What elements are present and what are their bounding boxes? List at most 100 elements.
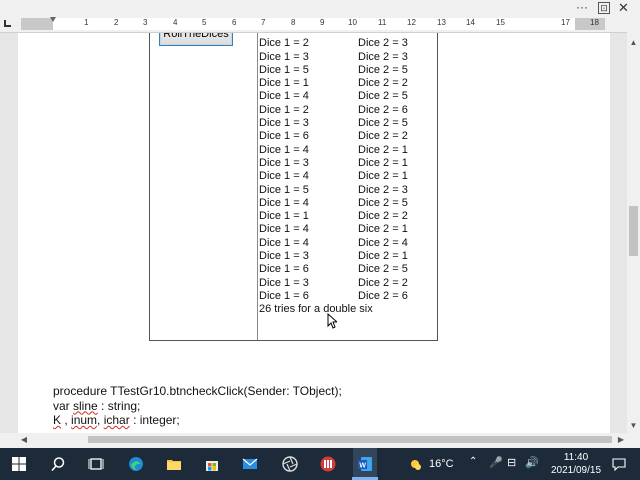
- dice-1-value: Dice 1 = 4: [259, 236, 309, 249]
- vertical-scroll-thumb[interactable]: [629, 206, 638, 256]
- dice-1-value: Dice 1 = 3: [259, 117, 309, 130]
- code-token: ,: [61, 413, 72, 427]
- dice-2-value: Dice 2 = 1: [358, 223, 408, 236]
- dice-row: Dice 1 = 2 Dice 2 = 3: [259, 37, 437, 50]
- vertical-scrollbar[interactable]: ▲ ▼: [627, 33, 640, 433]
- clock[interactable]: 11:40 2021/09/15: [548, 451, 604, 477]
- scroll-right-icon[interactable]: ▶: [615, 433, 627, 446]
- dice-2-value: Dice 2 = 3: [358, 37, 408, 50]
- ruler-number: 10: [348, 18, 357, 27]
- dice-2-value: Dice 2 = 2: [358, 130, 408, 143]
- ruler-number: 12: [407, 18, 416, 27]
- spelling-error: inum: [71, 413, 98, 427]
- dice-row: Dice 1 = 5 Dice 2 = 5: [259, 64, 437, 77]
- dice-row: Dice 1 = 5 Dice 2 = 3: [259, 184, 437, 197]
- ruler-number: 6: [232, 18, 237, 27]
- dice-1-value: Dice 1 = 2: [259, 37, 309, 50]
- close-icon[interactable]: ✕: [618, 0, 629, 16]
- dice-2-value: Dice 2 = 5: [358, 117, 408, 130]
- dice-2-value: Dice 2 = 5: [358, 263, 408, 276]
- more-options-icon[interactable]: ···: [576, 0, 588, 14]
- dice-1-value: Dice 1 = 5: [259, 63, 309, 76]
- dice-row: Dice 1 = 1 Dice 2 = 2: [259, 210, 437, 223]
- ruler-left-margin: [21, 18, 53, 30]
- dice-1-value: Dice 1 = 4: [259, 90, 309, 103]
- dice-1-value: Dice 1 = 2: [259, 103, 309, 116]
- windows-logo-icon: [12, 457, 26, 471]
- dice-1-value: Dice 1 = 6: [259, 263, 309, 276]
- task-view-button[interactable]: [84, 448, 108, 480]
- dice-1-value: Dice 1 = 1: [259, 210, 309, 223]
- restore-icon[interactable]: ⊡: [598, 2, 610, 14]
- dice-1-value: Dice 1 = 6: [259, 289, 309, 302]
- dice-row: Dice 1 = 2 Dice 2 = 6: [259, 104, 437, 117]
- svg-text:W: W: [359, 462, 366, 469]
- horizontal-scroll-thumb[interactable]: [88, 436, 612, 443]
- dice-row: Dice 1 = 4 Dice 2 = 1: [259, 223, 437, 236]
- word-icon: W: [358, 457, 372, 471]
- clock-date: 2021/09/15: [550, 465, 602, 476]
- aperture-icon: [282, 456, 298, 472]
- ruler-number: 15: [496, 18, 505, 27]
- store-button[interactable]: [200, 448, 224, 480]
- dice-1-value: Dice 1 = 3: [259, 250, 309, 263]
- task-view-icon: [88, 458, 104, 470]
- ruler-track: [21, 18, 605, 30]
- dice-row: Dice 1 = 4 Dice 2 = 4: [259, 237, 437, 250]
- ruler-number: 17: [561, 18, 570, 27]
- scroll-left-icon[interactable]: ◀: [18, 433, 30, 446]
- scroll-up-icon[interactable]: ▲: [627, 37, 640, 49]
- document-page[interactable]: RollTheDices Dice 1 = 1Dice 2 = 5Dice 1 …: [18, 33, 610, 433]
- edge-button[interactable]: [124, 448, 148, 480]
- notification-icon[interactable]: [612, 457, 626, 471]
- clock-time: 11:40: [563, 452, 589, 463]
- code-text[interactable]: procedure TTestGr10.btncheckClick(Sender…: [53, 384, 342, 428]
- dice-1-value: Dice 1 = 6: [259, 130, 309, 143]
- word-button[interactable]: W: [353, 448, 377, 480]
- dice-2-value: Dice 2 = 1: [358, 143, 408, 156]
- dice-2-value: Dice 2 = 5: [358, 90, 408, 103]
- spelling-error: sline: [73, 398, 98, 413]
- microphone-icon[interactable]: 🎤: [489, 456, 503, 469]
- dice-2-value: Dice 2 = 2: [358, 210, 408, 223]
- ruler-number: 1: [84, 18, 89, 27]
- dice-1-value: Dice 1 = 3: [259, 50, 309, 63]
- weather-temperature[interactable]: 16°C: [429, 458, 454, 470]
- window-top-bar: ··· ⊡ ✕: [0, 0, 640, 17]
- ruler-number: 2: [114, 18, 119, 27]
- document-area[interactable]: RollTheDices Dice 1 = 1Dice 2 = 5Dice 1 …: [0, 33, 627, 433]
- code-token: : integer;: [129, 413, 180, 427]
- dice-2-value: Dice 2 = 6: [358, 103, 408, 116]
- app-left-panel: RollTheDices: [150, 33, 258, 340]
- app-button-red[interactable]: [316, 448, 340, 480]
- red-app-icon: [320, 456, 336, 472]
- file-explorer-button[interactable]: [162, 448, 186, 480]
- start-button[interactable]: [8, 448, 30, 480]
- weather-button[interactable]: [405, 448, 425, 480]
- horizontal-scrollbar[interactable]: ◀ ▶: [18, 433, 627, 446]
- dice-2-value: Dice 2 = 6: [358, 289, 408, 302]
- dice-1-value: Dice 1 = 3: [259, 276, 309, 289]
- dice-row: Dice 1 = 3 Dice 2 = 5: [259, 117, 437, 130]
- edge-browser-icon: [129, 457, 143, 471]
- volume-icon[interactable]: 🔊: [525, 456, 539, 469]
- spelling-error: ichar: [103, 413, 130, 427]
- dice-row: Dice 1 = 4 Dice 2 = 1: [259, 170, 437, 183]
- folder-icon: [167, 460, 181, 470]
- dice-row: Dice 1 = 3 Dice 2 = 1: [259, 250, 437, 263]
- show-hidden-icons-icon[interactable]: ⌃: [469, 456, 477, 467]
- first-line-indent-marker[interactable]: [50, 17, 56, 23]
- horizontal-ruler[interactable]: 1 2 3 4 5 6 7 8 9 10 11 12 13 14 15 17 1…: [0, 17, 627, 33]
- dice-1-value: Dice 1 = 4: [259, 196, 309, 209]
- search-button[interactable]: [46, 448, 70, 480]
- mail-button[interactable]: [238, 448, 262, 480]
- app-button-aperture[interactable]: [278, 448, 302, 480]
- dice-2-value: Dice 2 = 2: [358, 77, 408, 90]
- network-icon[interactable]: ⊟: [507, 456, 516, 469]
- dice-2-value: Dice 2 = 5: [358, 63, 408, 76]
- embedded-app-screenshot: RollTheDices Dice 1 = 1Dice 2 = 5Dice 1 …: [149, 33, 438, 341]
- dice-row: Dice 1 = 6 Dice 2 = 2: [259, 130, 437, 143]
- tab-selector-icon[interactable]: [4, 20, 11, 27]
- dice-1-value: Dice 1 = 4: [259, 143, 309, 156]
- scroll-down-icon[interactable]: ▼: [627, 420, 640, 432]
